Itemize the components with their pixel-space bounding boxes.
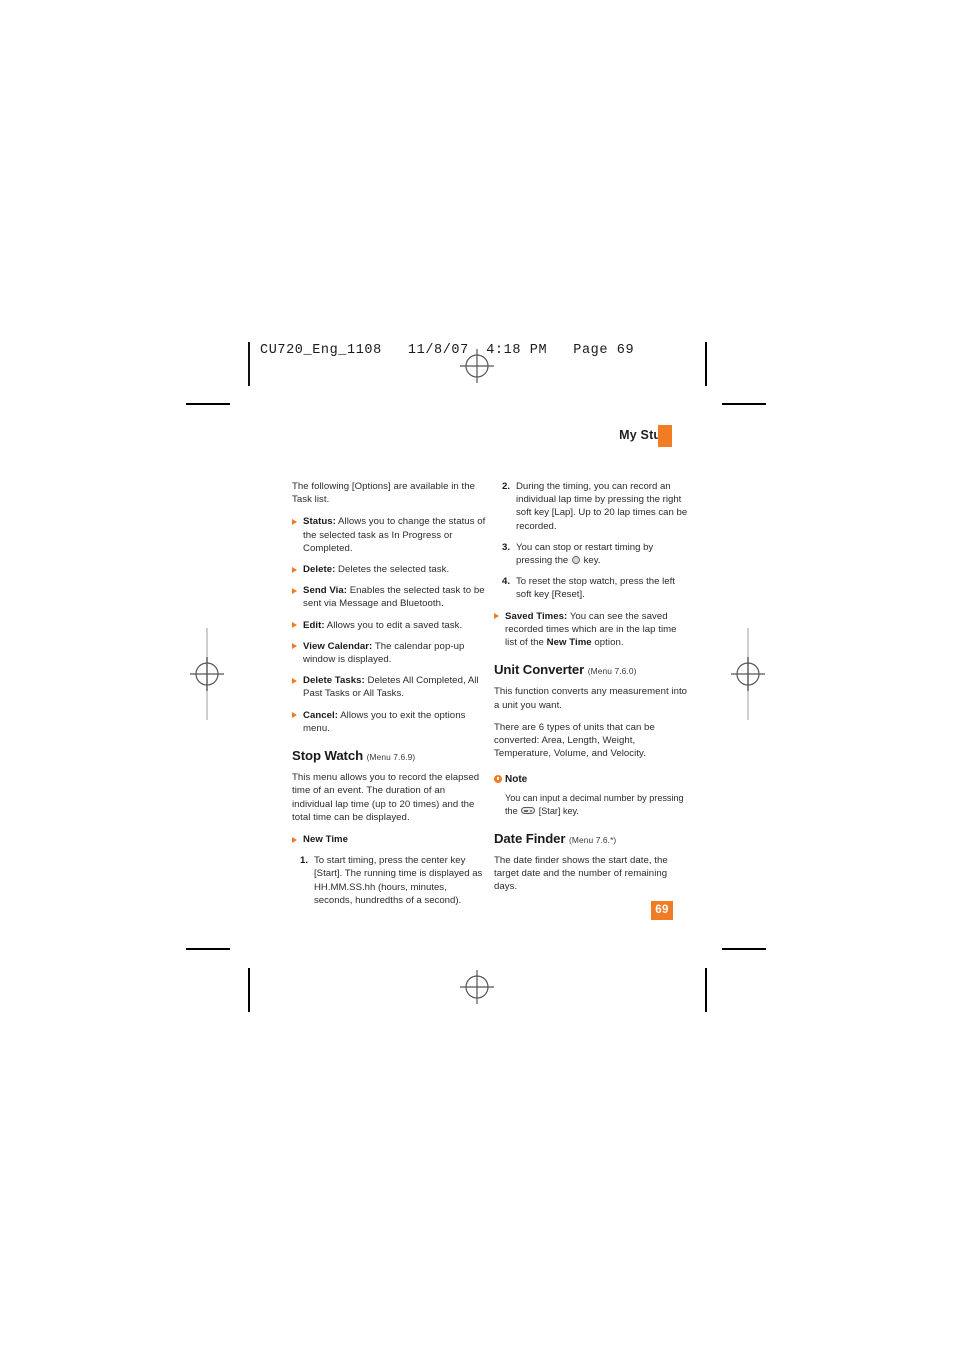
option-term: Edit:	[303, 619, 325, 631]
crop-mark-right-lower	[705, 968, 707, 1012]
step-number: 1.	[300, 855, 309, 867]
triangle-bullet-icon	[292, 622, 297, 629]
step-number: 3.	[502, 541, 511, 553]
registration-mark-top	[460, 349, 494, 383]
step-number: 4.	[502, 576, 511, 588]
step-4: 4. To reset the stop watch, press the le…	[494, 575, 688, 601]
crop-mark-right-upper	[705, 342, 707, 386]
slug-rule-left	[248, 342, 250, 386]
step-text: During the timing, you can record an ind…	[516, 481, 688, 532]
step-text-after: key.	[580, 555, 601, 567]
heading-text: Unit Converter	[494, 662, 585, 678]
step-1: 1. To start timing, press the center key…	[292, 854, 486, 907]
triangle-bullet-icon	[494, 613, 499, 620]
option-edit: Edit: Allows you to edit a saved task.	[292, 619, 486, 632]
option-delete-tasks: Delete Tasks: Deletes All Completed, All…	[292, 674, 486, 700]
option-desc: Allows you to edit a saved task.	[324, 619, 463, 631]
subheading-new-time: New Time	[292, 833, 486, 846]
section-heading-unit-converter: Unit Converter (Menu 7.6.0)	[494, 663, 688, 678]
option-term: Delete:	[303, 564, 336, 576]
page-number-badge: 69	[651, 901, 673, 920]
note-body: You can input a decimal number by pressi…	[494, 792, 688, 818]
option-desc: Deletes the selected task.	[335, 564, 450, 576]
crop-mark-left-lower	[248, 968, 250, 1012]
date-finder-body: The date finder shows the start date, th…	[494, 854, 668, 893]
registration-mark-bottom	[460, 970, 494, 1004]
triangle-bullet-icon	[292, 712, 297, 719]
section-heading-date-finder: Date Finder (Menu 7.6.*)	[494, 832, 688, 847]
print-slug: CU720_Eng_1108 11/8/07 4:18 PM Page 69	[260, 343, 635, 358]
step-text: To reset the stop watch, press the left …	[516, 576, 675, 601]
crop-mark-top-left	[186, 403, 230, 405]
triangle-bullet-icon	[292, 566, 297, 573]
option-desc-after: option.	[591, 637, 624, 649]
stop-watch-body: This menu allows you to record the elaps…	[292, 772, 480, 823]
option-send-via: Send Via: Enables the selected task to b…	[292, 584, 486, 610]
crop-mark-bottom-right	[722, 948, 766, 950]
right-column: 2. During the timing, you can record an …	[494, 480, 688, 902]
heading-text: Stop Watch	[292, 748, 364, 764]
subheading-label: New Time	[303, 834, 349, 846]
option-term: Delete Tasks:	[303, 675, 365, 687]
triangle-bullet-icon	[292, 643, 297, 650]
star-key-icon	[521, 806, 536, 815]
option-term: Send Via:	[303, 585, 347, 597]
unit-converter-paragraph-1: This function converts any measurement i…	[494, 686, 688, 711]
heading-menu-reference: (Menu 7.6.9)	[366, 752, 416, 763]
crop-mark-top-right	[722, 403, 766, 405]
crop-mark-bottom-left	[186, 948, 230, 950]
step-number: 2.	[502, 481, 511, 492]
heading-menu-reference: (Menu 7.6.*)	[569, 834, 617, 845]
heading-menu-reference: (Menu 7.6.0)	[587, 666, 637, 677]
triangle-bullet-icon	[292, 836, 297, 843]
note-text-after: [Star] key.	[536, 805, 579, 816]
option-term: View Calendar:	[303, 640, 373, 652]
header-accent-tab	[658, 425, 672, 447]
intro-paragraph: The following [Options] are available in…	[292, 481, 475, 506]
heading-text: Date Finder	[494, 830, 566, 846]
unit-converter-paragraph-2: There are 6 types of units that can be c…	[494, 721, 655, 760]
registration-mark-left	[190, 657, 224, 691]
option-status: Status: Allows you to change the status …	[292, 515, 486, 555]
triangle-bullet-icon	[292, 587, 297, 594]
step-3: 3. You can stop or restart timing by pre…	[494, 541, 688, 567]
left-column: The following [Options] are available in…	[292, 480, 486, 915]
manual-page: CU720_Eng_1108 11/8/07 4:18 PM Page 69 M…	[0, 0, 954, 1350]
note-heading: Note	[494, 773, 688, 786]
step-text: To start timing, press the center key [S…	[314, 855, 483, 906]
option-term: Saved Times:	[505, 610, 568, 622]
option-cancel: Cancel: Allows you to exit the options m…	[292, 709, 486, 735]
option-term: Status:	[303, 516, 336, 528]
option-view-calendar: View Calendar: The calendar pop-up windo…	[292, 640, 486, 666]
option-saved-times: Saved Times: You can see the saved recor…	[494, 610, 688, 650]
registration-mark-right	[731, 657, 765, 691]
note-icon	[494, 775, 502, 784]
section-heading-stop-watch: Stop Watch (Menu 7.6.9)	[292, 749, 486, 764]
center-key-icon	[571, 556, 580, 565]
triangle-bullet-icon	[292, 519, 297, 525]
step-2: 2. During the timing, you can record an …	[494, 480, 688, 533]
note-label: Note	[505, 774, 528, 786]
option-desc-emphasis: New Time	[546, 637, 592, 649]
option-delete: Delete: Deletes the selected task.	[292, 563, 486, 576]
option-term: Cancel:	[303, 709, 339, 721]
triangle-bullet-icon	[292, 677, 297, 684]
